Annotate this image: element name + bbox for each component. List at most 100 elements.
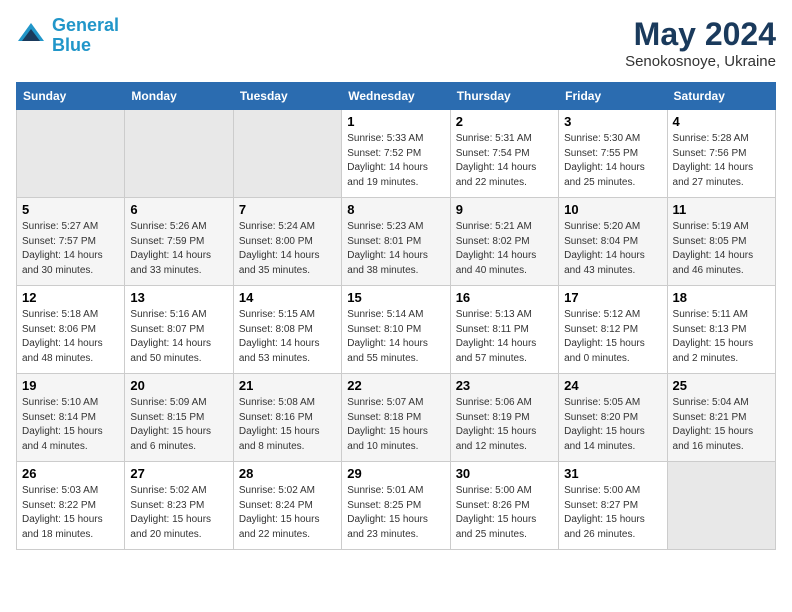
day-info: Sunrise: 5:11 AM Sunset: 8:13 PM Dayligh… [673, 308, 770, 366]
day-info: Sunrise: 5:33 AM Sunset: 7:52 PM Dayligh… [347, 132, 444, 190]
day-number: 19 [22, 378, 119, 393]
calendar-cell: 26Sunrise: 5:03 AM Sunset: 8:22 PM Dayli… [17, 462, 125, 550]
calendar-header-row: SundayMondayTuesdayWednesdayThursdayFrid… [17, 83, 776, 110]
day-number: 3 [564, 114, 661, 129]
day-header-wednesday: Wednesday [342, 83, 450, 110]
day-number: 2 [456, 114, 553, 129]
day-number: 5 [22, 202, 119, 217]
calendar-cell: 18Sunrise: 5:11 AM Sunset: 8:13 PM Dayli… [667, 286, 775, 374]
day-info: Sunrise: 5:07 AM Sunset: 8:18 PM Dayligh… [347, 396, 444, 454]
day-info: Sunrise: 5:05 AM Sunset: 8:20 PM Dayligh… [564, 396, 661, 454]
page-header: General Blue May 2024 Senokosnoye, Ukrai… [16, 16, 776, 70]
day-info: Sunrise: 5:27 AM Sunset: 7:57 PM Dayligh… [22, 220, 119, 278]
month-year: May 2024 [625, 16, 776, 53]
calendar-cell: 2 Sunrise: 5:31 AM Sunset: 7:54 PM Daylig… [450, 110, 558, 198]
calendar-week-row: 12 Sunrise: 5:18 AM Sunset: 8:06 PM Dayli… [17, 286, 776, 374]
day-header-saturday: Saturday [667, 83, 775, 110]
calendar-cell: 1 Sunrise: 5:33 AM Sunset: 7:52 PM Daylig… [342, 110, 450, 198]
day-info: Sunrise: 5:18 AM Sunset: 8:06 PM Dayligh… [22, 308, 119, 366]
calendar-cell: 14Sunrise: 5:15 AM Sunset: 8:08 PM Dayli… [233, 286, 341, 374]
day-header-sunday: Sunday [17, 83, 125, 110]
calendar-cell: 5 Sunrise: 5:27 AM Sunset: 7:57 PM Daylig… [17, 198, 125, 286]
day-number: 24 [564, 378, 661, 393]
calendar-cell [17, 110, 125, 198]
calendar-cell [233, 110, 341, 198]
logo: General Blue [16, 16, 119, 56]
day-number: 31 [564, 466, 661, 481]
day-info: Sunrise: 5:02 AM Sunset: 8:24 PM Dayligh… [239, 484, 336, 542]
calendar-cell: 23 Sunrise: 5:06 AM Sunset: 8:19 PM Dayli… [450, 374, 558, 462]
day-info: Sunrise: 5:23 AM Sunset: 8:01 PM Dayligh… [347, 220, 444, 278]
day-number: 26 [22, 466, 119, 481]
day-header-friday: Friday [559, 83, 667, 110]
day-info: Sunrise: 5:13 AM Sunset: 8:11 PM Dayligh… [456, 308, 553, 366]
calendar-cell: 27Sunrise: 5:02 AM Sunset: 8:23 PM Dayli… [125, 462, 233, 550]
calendar-cell: 25Sunrise: 5:04 AM Sunset: 8:21 PM Dayli… [667, 374, 775, 462]
day-number: 8 [347, 202, 444, 217]
day-info: Sunrise: 5:26 AM Sunset: 7:59 PM Dayligh… [130, 220, 227, 278]
day-info: Sunrise: 5:28 AM Sunset: 7:56 PM Dayligh… [673, 132, 770, 190]
day-number: 11 [673, 202, 770, 217]
day-info: Sunrise: 5:15 AM Sunset: 8:08 PM Dayligh… [239, 308, 336, 366]
day-info: Sunrise: 5:30 AM Sunset: 7:55 PM Dayligh… [564, 132, 661, 190]
calendar-week-row: 5 Sunrise: 5:27 AM Sunset: 7:57 PM Daylig… [17, 198, 776, 286]
day-info: Sunrise: 5:12 AM Sunset: 8:12 PM Dayligh… [564, 308, 661, 366]
day-info: Sunrise: 5:19 AM Sunset: 8:05 PM Dayligh… [673, 220, 770, 278]
calendar-cell: 9 Sunrise: 5:21 AM Sunset: 8:02 PM Daylig… [450, 198, 558, 286]
calendar-week-row: 1 Sunrise: 5:33 AM Sunset: 7:52 PM Daylig… [17, 110, 776, 198]
calendar-cell: 12 Sunrise: 5:18 AM Sunset: 8:06 PM Dayli… [17, 286, 125, 374]
calendar-cell [667, 462, 775, 550]
calendar-cell: 16 Sunrise: 5:13 AM Sunset: 8:11 PM Dayli… [450, 286, 558, 374]
day-number: 30 [456, 466, 553, 481]
day-number: 6 [130, 202, 227, 217]
day-number: 20 [130, 378, 227, 393]
day-header-monday: Monday [125, 83, 233, 110]
day-info: Sunrise: 5:00 AM Sunset: 8:26 PM Dayligh… [456, 484, 553, 542]
calendar-table: SundayMondayTuesdayWednesdayThursdayFrid… [16, 82, 776, 550]
day-header-thursday: Thursday [450, 83, 558, 110]
calendar-cell: 28 Sunrise: 5:02 AM Sunset: 8:24 PM Dayli… [233, 462, 341, 550]
day-info: Sunrise: 5:31 AM Sunset: 7:54 PM Dayligh… [456, 132, 553, 190]
day-info: Sunrise: 5:06 AM Sunset: 8:19 PM Dayligh… [456, 396, 553, 454]
day-number: 7 [239, 202, 336, 217]
day-info: Sunrise: 5:14 AM Sunset: 8:10 PM Dayligh… [347, 308, 444, 366]
calendar-cell: 19 Sunrise: 5:10 AM Sunset: 8:14 PM Dayli… [17, 374, 125, 462]
calendar-cell: 10 Sunrise: 5:20 AM Sunset: 8:04 PM Dayli… [559, 198, 667, 286]
day-info: Sunrise: 5:16 AM Sunset: 8:07 PM Dayligh… [130, 308, 227, 366]
day-info: Sunrise: 5:20 AM Sunset: 8:04 PM Dayligh… [564, 220, 661, 278]
calendar-cell: 13Sunrise: 5:16 AM Sunset: 8:07 PM Dayli… [125, 286, 233, 374]
calendar-week-row: 19 Sunrise: 5:10 AM Sunset: 8:14 PM Dayli… [17, 374, 776, 462]
day-number: 23 [456, 378, 553, 393]
day-number: 1 [347, 114, 444, 129]
day-number: 17 [564, 290, 661, 305]
day-info: Sunrise: 5:02 AM Sunset: 8:23 PM Dayligh… [130, 484, 227, 542]
day-header-tuesday: Tuesday [233, 83, 341, 110]
calendar-cell: 6 Sunrise: 5:26 AM Sunset: 7:59 PM Daylig… [125, 198, 233, 286]
calendar-week-row: 26Sunrise: 5:03 AM Sunset: 8:22 PM Dayli… [17, 462, 776, 550]
calendar-cell: 17 Sunrise: 5:12 AM Sunset: 8:12 PM Dayli… [559, 286, 667, 374]
day-info: Sunrise: 5:08 AM Sunset: 8:16 PM Dayligh… [239, 396, 336, 454]
day-number: 10 [564, 202, 661, 217]
day-number: 22 [347, 378, 444, 393]
title-block: May 2024 Senokosnoye, Ukraine [625, 16, 776, 70]
day-info: Sunrise: 5:10 AM Sunset: 8:14 PM Dayligh… [22, 396, 119, 454]
calendar-cell: 11 Sunrise: 5:19 AM Sunset: 8:05 PM Dayli… [667, 198, 775, 286]
day-number: 12 [22, 290, 119, 305]
calendar-cell: 30 Sunrise: 5:00 AM Sunset: 8:26 PM Dayli… [450, 462, 558, 550]
day-number: 16 [456, 290, 553, 305]
calendar-cell: 15Sunrise: 5:14 AM Sunset: 8:10 PM Dayli… [342, 286, 450, 374]
calendar-cell: 20 Sunrise: 5:09 AM Sunset: 8:15 PM Dayli… [125, 374, 233, 462]
day-number: 21 [239, 378, 336, 393]
calendar-cell: 7Sunrise: 5:24 AM Sunset: 8:00 PM Daylig… [233, 198, 341, 286]
day-info: Sunrise: 5:21 AM Sunset: 8:02 PM Dayligh… [456, 220, 553, 278]
calendar-cell: 21 Sunrise: 5:08 AM Sunset: 8:16 PM Dayli… [233, 374, 341, 462]
calendar-cell [125, 110, 233, 198]
day-info: Sunrise: 5:04 AM Sunset: 8:21 PM Dayligh… [673, 396, 770, 454]
location: Senokosnoye, Ukraine [625, 53, 776, 70]
day-number: 9 [456, 202, 553, 217]
day-number: 28 [239, 466, 336, 481]
calendar-cell: 24 Sunrise: 5:05 AM Sunset: 8:20 PM Dayli… [559, 374, 667, 462]
calendar-cell: 22 Sunrise: 5:07 AM Sunset: 8:18 PM Dayli… [342, 374, 450, 462]
day-info: Sunrise: 5:01 AM Sunset: 8:25 PM Dayligh… [347, 484, 444, 542]
day-info: Sunrise: 5:09 AM Sunset: 8:15 PM Dayligh… [130, 396, 227, 454]
